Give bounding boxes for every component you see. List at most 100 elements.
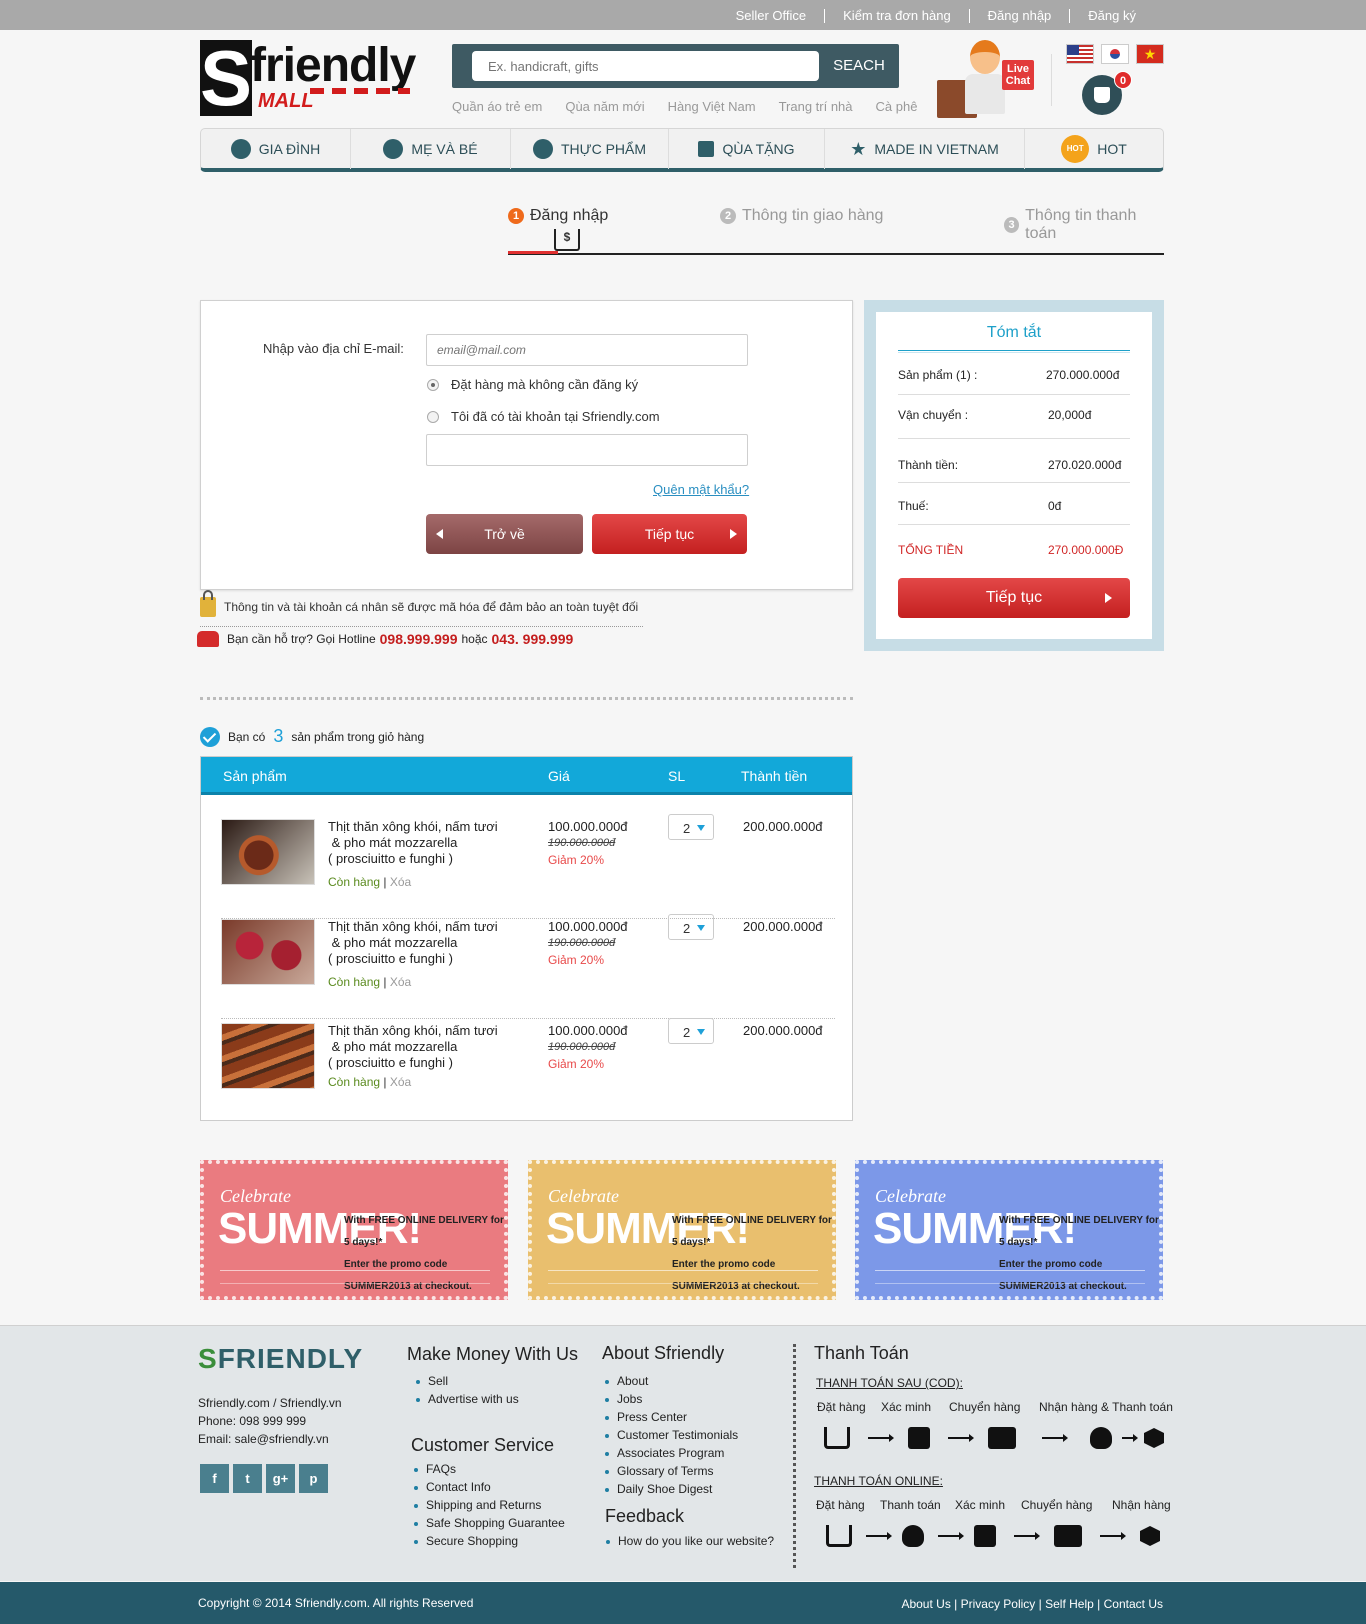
footer-logo-s: S <box>198 1343 218 1374</box>
product-image[interactable] <box>221 819 315 885</box>
promo-banner[interactable]: Celebrate SUMMER! With FREE ONLINE DELIV… <box>528 1160 836 1300</box>
hotline-number-2[interactable]: 043. 999.999 <box>492 631 574 647</box>
footer-link[interactable]: Sell <box>414 1372 519 1390</box>
radio-member-label: Tôi đã có tài khoản tại Sfriendly.com <box>451 409 660 424</box>
email-field[interactable] <box>426 334 748 366</box>
search-input[interactable] <box>472 51 819 81</box>
promo-banner[interactable]: Celebrate SUMMER! With FREE ONLINE DELIV… <box>855 1160 1163 1300</box>
product-name[interactable]: Thịt thăn xông khói, nấm tươi & pho mát … <box>328 1023 518 1071</box>
product-name-line: & pho mát mozzarella <box>328 935 458 950</box>
quantity-select[interactable]: 2 <box>668 814 714 840</box>
product-name-line: Thịt thăn xông khói, nấm tươi <box>328 919 498 934</box>
summary-total-value: 270.000.000Đ <box>1048 543 1124 557</box>
column-header-price: Giá <box>548 768 570 784</box>
radio-guest-dot[interactable] <box>427 378 439 391</box>
footer-link[interactable]: Jobs <box>603 1390 738 1408</box>
footer-link[interactable]: Daily Shoe Digest <box>603 1480 738 1498</box>
nav-item-mom-baby[interactable]: MẸ VÀ BÉ <box>351 129 511 169</box>
about-us-link[interactable]: About Us <box>901 1597 950 1611</box>
footer-link[interactable]: Secure Shopping <box>412 1532 565 1550</box>
cart-icon[interactable]: 0 <box>1082 71 1132 115</box>
nav-label: QÙA TẶNG <box>722 141 795 157</box>
product-name[interactable]: Thịt thăn xông khói, nấm tươi & pho mát … <box>328 919 518 967</box>
privacy-policy-link[interactable]: Privacy Policy <box>961 1597 1036 1611</box>
footer-link[interactable]: About <box>603 1372 738 1390</box>
step-login[interactable]: 1 Đăng nhập <box>508 207 608 225</box>
footer-link[interactable]: How do you like our website? <box>604 1532 774 1550</box>
footer-link[interactable]: Contact Info <box>412 1478 565 1496</box>
footer-link[interactable]: Shipping and Returns <box>412 1496 565 1514</box>
google-plus-icon[interactable]: g+ <box>266 1464 295 1493</box>
order-check-link[interactable]: Kiểm tra đơn hàng <box>825 9 970 23</box>
step-shipping[interactable]: 2 Thông tin giao hàng <box>720 207 883 225</box>
radio-member[interactable]: Tôi đã có tài khoản tại Sfriendly.com <box>427 409 660 424</box>
radio-member-dot[interactable] <box>427 410 439 423</box>
seller-office-link[interactable]: Seller Office <box>718 9 826 23</box>
us-flag-icon[interactable] <box>1066 44 1094 64</box>
quantity-select[interactable]: 2 <box>668 914 714 940</box>
summary-row-products: Sản phẩm (1) : 270.000.000đ <box>898 368 1130 382</box>
product-actions: Còn hàng | Xóa <box>328 975 411 989</box>
footer-link[interactable]: Glossary of Terms <box>603 1462 738 1480</box>
twitter-icon[interactable]: t <box>233 1464 262 1493</box>
nav-item-made-in-vietnam[interactable]: ★ MADE IN VIETNAM <box>825 129 1025 169</box>
step-payment[interactable]: 3 Thông tin thanh toán <box>1004 207 1164 243</box>
radio-guest[interactable]: Đặt hàng mà không cần đăng ký <box>427 377 638 392</box>
footer-link[interactable]: Associates Program <box>603 1444 738 1462</box>
vietnam-flag-icon[interactable]: ★ <box>1136 44 1164 64</box>
footer-link[interactable]: Customer Testimonials <box>603 1426 738 1444</box>
footer-link[interactable]: Press Center <box>603 1408 738 1426</box>
register-link[interactable]: Đăng ký <box>1070 9 1136 23</box>
product-image[interactable] <box>221 919 315 985</box>
search-button[interactable]: SEACH <box>819 44 899 88</box>
promo-banner[interactable]: Celebrate SUMMER! With FREE ONLINE DELIV… <box>200 1160 508 1300</box>
quick-link[interactable]: Trang trí nhà <box>779 99 853 114</box>
self-help-link[interactable]: Self Help <box>1045 1597 1094 1611</box>
back-button[interactable]: Trở về <box>426 514 583 554</box>
continue-button[interactable]: Tiếp tục <box>592 514 747 554</box>
footer-logo[interactable]: SFRIENDLY <box>198 1343 363 1375</box>
nav-label: HOT <box>1097 141 1127 157</box>
footer-link[interactable]: Safe Shopping Guarantee <box>412 1514 565 1532</box>
divider <box>200 626 643 627</box>
live-chat-widget[interactable]: Live Chat <box>935 38 1035 120</box>
quick-link[interactable]: Hàng Việt Nam <box>668 99 756 114</box>
nav-item-gifts[interactable]: QÙA TẶNG <box>669 129 825 169</box>
korea-flag-icon[interactable] <box>1101 44 1129 64</box>
product-name-line: ( prosciuitto e funghi ) <box>328 951 454 966</box>
quick-link[interactable]: Cà phê <box>876 99 918 114</box>
pinterest-icon[interactable]: p <box>299 1464 328 1493</box>
forgot-password-link[interactable]: Quên mật khẩu? <box>653 482 749 497</box>
nav-label: THỰC PHẨM <box>560 141 647 157</box>
contact-us-link[interactable]: Contact Us <box>1104 1597 1163 1611</box>
product-name[interactable]: Thịt thăn xông khói, nấm tươi & pho mát … <box>328 819 518 867</box>
delete-link[interactable]: Xóa <box>390 875 411 889</box>
password-field[interactable] <box>426 434 748 466</box>
product-image[interactable] <box>221 1023 315 1089</box>
summary-continue-button[interactable]: Tiếp tục <box>898 578 1130 618</box>
delete-link[interactable]: Xóa <box>390 1075 411 1089</box>
quick-link[interactable]: Qùa năm mới <box>565 99 644 114</box>
summary-label: TỔNG TIỀN <box>898 543 964 557</box>
logo[interactable]: S friendly MALL <box>200 39 416 117</box>
footer-link[interactable]: FAQs <box>412 1460 565 1478</box>
bottom-bar: Copyright © 2014 Sfriendly.com. All righ… <box>0 1582 1366 1624</box>
delete-link[interactable]: Xóa <box>390 975 411 989</box>
quick-link[interactable]: Quần áo trẻ em <box>452 99 542 114</box>
product-discount: Giảm 20% <box>548 953 605 967</box>
nav-item-hot[interactable]: HOT HOT <box>1025 129 1163 169</box>
facebook-icon[interactable]: f <box>200 1464 229 1493</box>
login-link[interactable]: Đăng nhập <box>970 9 1071 23</box>
copyright: Copyright © 2014 Sfriendly.com. All righ… <box>198 1596 474 1610</box>
hotline-or: hoặc <box>461 632 488 646</box>
banner-fine-print <box>220 1270 490 1284</box>
live-chat-badge[interactable]: Live Chat <box>1002 60 1034 90</box>
steps-progress <box>508 251 558 254</box>
payment-step-label: Chuyển hàng <box>949 1400 1021 1414</box>
nav-item-family[interactable]: GIA ĐÌNH <box>201 129 351 169</box>
hotline-number-1[interactable]: 098.999.999 <box>380 631 458 647</box>
quantity-select[interactable]: 2 <box>668 1018 714 1044</box>
nav-item-food[interactable]: THỰC PHẨM <box>511 129 669 169</box>
summary-label: Vận chuyển : <box>898 408 969 422</box>
footer-link[interactable]: Advertise with us <box>414 1390 519 1408</box>
